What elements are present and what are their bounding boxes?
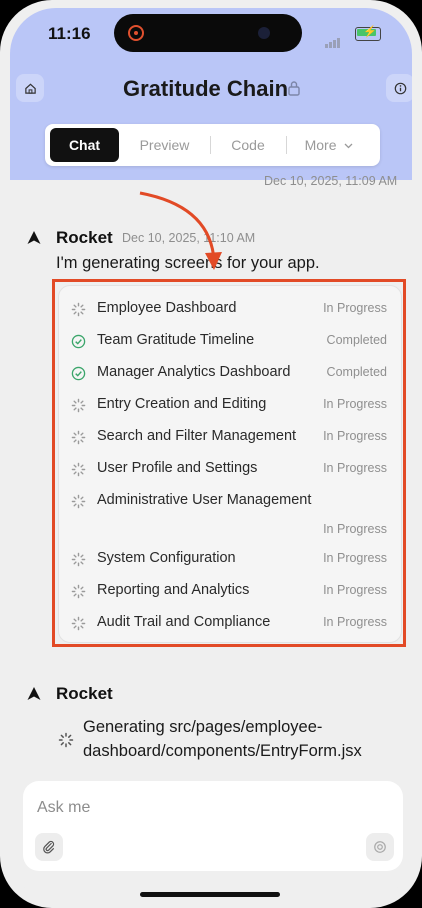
paperclip-icon — [43, 840, 55, 854]
annotation-highlight-box — [52, 279, 406, 647]
message-timestamp: Dec 10, 2025, 11:10 AM — [122, 231, 256, 245]
attach-button[interactable] — [35, 833, 63, 861]
message-sender: Rocket — [56, 684, 113, 703]
signal-icon — [325, 30, 341, 48]
battery-icon: ⚡ — [355, 26, 381, 41]
message-composer — [23, 781, 403, 871]
phone-frame: 11:16 ⚡ Gratitude Chain Chat Preview Cod… — [0, 0, 422, 908]
tab-more[interactable]: More — [294, 128, 364, 162]
lock-icon — [288, 81, 300, 96]
generating-line-2: dashboard/components/EntryForm.jsx — [83, 742, 362, 760]
message-sender: Rocket — [56, 228, 113, 247]
app-screen: 11:16 ⚡ Gratitude Chain Chat Preview Cod… — [10, 8, 412, 900]
rocket-logo-icon — [27, 687, 41, 700]
home-indicator — [140, 892, 280, 897]
spinner-icon — [58, 732, 74, 748]
info-button[interactable] — [386, 74, 412, 102]
camera-icon — [258, 27, 270, 39]
app-title: Gratitude Chain — [123, 76, 289, 101]
status-time: 11:16 — [48, 24, 91, 43]
dynamic-island — [114, 14, 302, 52]
home-icon — [24, 83, 36, 94]
info-icon — [394, 82, 406, 94]
view-tabs: Chat Preview Code More — [45, 124, 380, 166]
generating-status-text: Generating src/pages/employee- dashboard… — [83, 715, 383, 763]
previous-message-timestamp: Dec 10, 2025, 11:09 AM — [264, 174, 398, 188]
tab-code[interactable]: Code — [218, 128, 278, 162]
message-text: I'm generating screens for your app. — [56, 254, 320, 272]
recording-indicator-icon — [128, 25, 144, 41]
tab-divider — [286, 136, 287, 154]
generating-line-1: Generating src/pages/employee- — [83, 718, 323, 736]
rocket-logo-icon — [27, 231, 41, 244]
send-icon — [374, 841, 386, 853]
home-button[interactable] — [16, 74, 44, 102]
ask-input[interactable] — [35, 795, 359, 821]
tab-preview[interactable]: Preview — [127, 128, 202, 162]
tab-divider — [210, 136, 211, 154]
send-button[interactable] — [366, 833, 394, 861]
tab-chat[interactable]: Chat — [50, 128, 119, 162]
chevron-down-icon — [344, 143, 353, 149]
tab-more-label: More — [304, 137, 337, 153]
